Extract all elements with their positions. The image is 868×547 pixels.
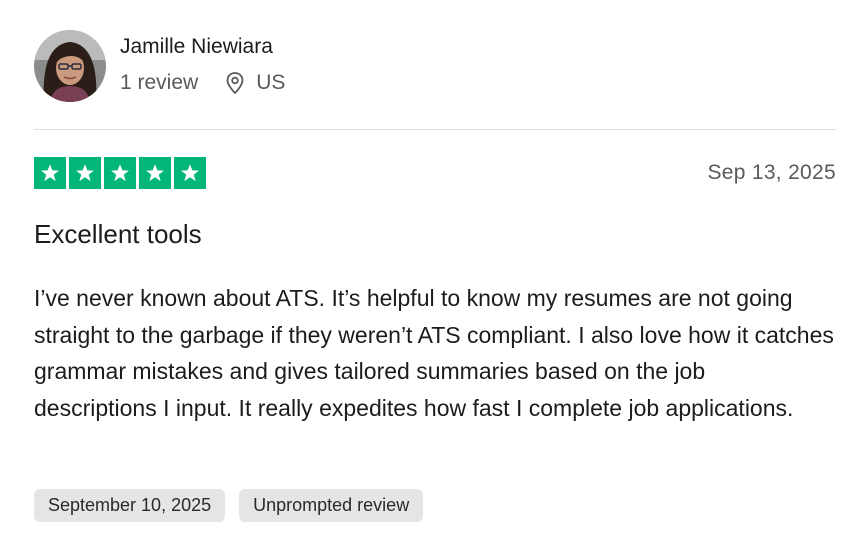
star-rating	[34, 157, 206, 189]
star-icon	[104, 157, 136, 189]
star-icon	[174, 157, 206, 189]
reviewer-name[interactable]: Jamille Niewiara	[120, 34, 273, 60]
star-icon	[34, 157, 66, 189]
divider	[34, 129, 836, 130]
review-date: Sep 13, 2025	[707, 161, 836, 184]
review-count: 1 review	[120, 71, 199, 94]
review-body: I’ve never known about ATS. It’s helpful…	[34, 285, 834, 421]
reviewer-location: US	[256, 71, 286, 94]
review-title: Excellent tools	[34, 219, 202, 249]
reviewer-meta: 1 review US	[120, 70, 285, 96]
star-icon	[139, 157, 171, 189]
review-tags: September 10, 2025 Unprompted review	[34, 489, 424, 522]
location-pin-icon	[224, 71, 246, 95]
star-icon	[69, 157, 101, 189]
experience-date-badge: September 10, 2025	[34, 489, 226, 522]
review-type-badge[interactable]: Unprompted review	[239, 489, 424, 522]
reviewer-avatar[interactable]	[34, 30, 106, 102]
